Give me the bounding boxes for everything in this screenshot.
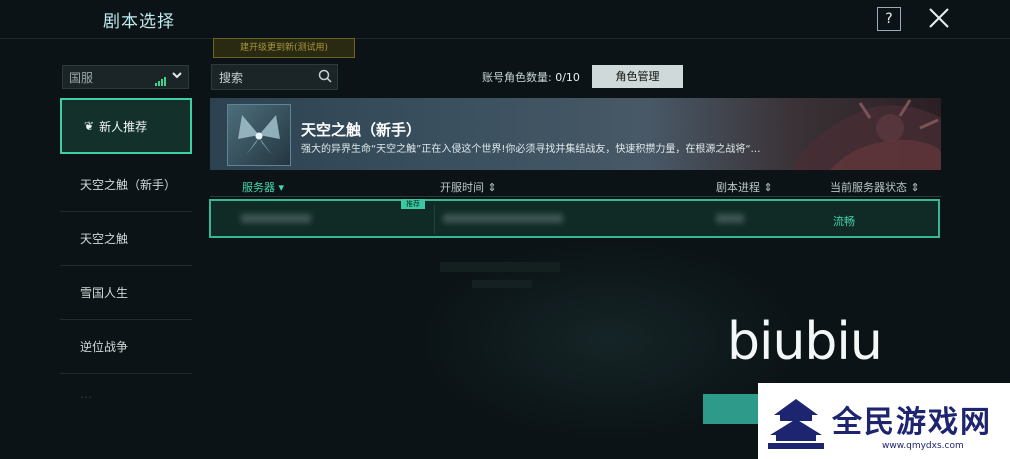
server-name-blurred [241, 214, 311, 223]
help-button[interactable]: ? [877, 7, 901, 31]
signal-icon [155, 72, 167, 86]
sidebar-item-label: 雪国人生 [80, 286, 129, 300]
top-bar: 剧本选择 ? [0, 0, 1010, 39]
column-progress-label: 剧本进程 [716, 181, 760, 194]
column-status[interactable]: 当前服务器状态 ⇕ [830, 179, 920, 195]
search-input[interactable]: 搜索 [211, 64, 338, 90]
sort-down-icon: ▾ [278, 181, 285, 194]
sort-icon: ⇕ [487, 181, 497, 194]
column-server[interactable]: 服务器 ▾ [242, 179, 284, 195]
sidebar-item-snow-country[interactable]: 雪国人生 [60, 266, 192, 320]
butterfly-emblem-icon [238, 115, 280, 155]
sort-icon: ⇕ [763, 181, 773, 194]
sidebar-item-sky-touch-novice[interactable]: 天空之触（新手） [60, 158, 192, 212]
banner-title: 天空之触（新手） [301, 121, 422, 139]
sidebar-item-inverse-war[interactable]: 逆位战争 [60, 320, 192, 374]
brand-watermark: 全民游戏网 www.qmydxs.com [758, 383, 1010, 459]
column-status-label: 当前服务器状态 [830, 181, 907, 194]
close-icon [929, 8, 949, 28]
close-button[interactable] [926, 5, 952, 31]
background-ghost-text [472, 280, 532, 288]
column-divider [434, 205, 435, 234]
search-icon[interactable] [318, 69, 332, 86]
table-row[interactable]: 推荐 流畅 [209, 199, 940, 238]
server-table-header: 服务器 ▾ 开服时间 ⇕ 剧本进程 ⇕ 当前服务器状态 ⇕ [210, 176, 941, 197]
scenario-emblem [227, 104, 291, 166]
column-open-time-label: 开服时间 [440, 181, 484, 194]
sidebar-item-label: … [80, 387, 92, 401]
sidebar-item-new-player[interactable]: ❦ 新人推荐 [60, 98, 192, 154]
account-role-label: 账号角色数量: [482, 71, 556, 84]
column-server-label: 服务器 [242, 181, 275, 194]
brand-url: www.qmydxs.com [882, 441, 964, 451]
column-progress[interactable]: 剧本进程 ⇕ [716, 179, 773, 195]
sidebar-item-label: 新人推荐 [99, 119, 148, 134]
open-time-blurred [443, 214, 563, 223]
sidebar-item-label: 天空之触（新手） [80, 178, 177, 192]
region-select[interactable]: 国服 [62, 65, 189, 89]
server-status: 流畅 [833, 215, 855, 228]
progress-blurred [716, 214, 744, 223]
scenario-banner: 天空之触（新手） 强大的异界生命“天空之触”正在入侵这个世界!你必须寻找并集结战… [210, 98, 941, 170]
banner-description: 强大的异界生命“天空之触”正在入侵这个世界!你必须寻找并集结战友，快速积攒力量，… [301, 144, 761, 155]
biubiu-watermark: biubiu [727, 312, 883, 372]
confirm-button[interactable] [703, 394, 763, 424]
sidebar-item-label: 逆位战争 [80, 340, 129, 354]
role-management-button[interactable]: 角色管理 [592, 65, 683, 88]
scenario-sidebar: ❦ 新人推荐 天空之触（新手） 天空之触 雪国人生 逆位战争 … [60, 98, 192, 414]
recommend-badge: 推荐 [401, 199, 425, 209]
pagoda-logo-icon [768, 399, 824, 449]
background-ghost-bar [440, 262, 560, 272]
sidebar-item-label: 天空之触 [80, 232, 129, 246]
search-placeholder: 搜索 [219, 71, 244, 85]
account-role-count: 账号角色数量: 0/10 [482, 69, 580, 85]
debug-hint-bar[interactable]: 建开级更到新(测试用) [213, 38, 355, 58]
column-open-time[interactable]: 开服时间 ⇕ [440, 179, 497, 195]
chevron-down-icon [171, 68, 183, 85]
brand-name: 全民游戏网 [832, 405, 992, 440]
sort-icon: ⇕ [910, 181, 920, 194]
butterfly-icon: ❦ [84, 119, 95, 133]
sidebar-item-partial[interactable]: … [60, 374, 192, 414]
page-title: 剧本选择 [103, 12, 175, 32]
sidebar-item-sky-touch[interactable]: 天空之触 [60, 212, 192, 266]
banner-creature-art [790, 99, 941, 170]
account-role-value: 0/10 [555, 71, 580, 84]
region-label: 国服 [69, 71, 94, 85]
